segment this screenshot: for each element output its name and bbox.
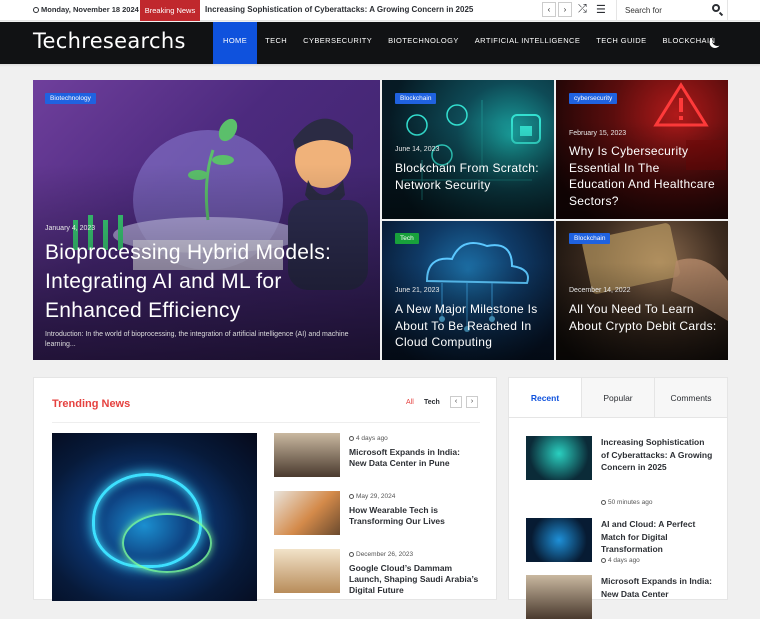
thumbnail[interactable] [274,491,340,535]
clock-icon [601,558,606,563]
featured-card-blockchain-security[interactable]: Blockchain June 14, 2023 Blockchain From… [382,80,554,219]
tab-popular[interactable]: Popular [581,378,654,417]
featured-card-crypto[interactable]: Blockchain December 14, 2022 All You Nee… [556,221,728,360]
trending-main-image[interactable] [52,433,257,601]
post-title[interactable]: How Wearable Tech is Transforming Our Li… [349,505,479,527]
sidebar-widget: Recent Popular Comments Increasing Sophi… [508,377,728,619]
featured-card-cloud[interactable]: Tech June 21, 2023 A New Major Milestone… [382,221,554,360]
featured-card-main[interactable]: Biotechnology January 4, 2023 Bioprocess… [33,80,380,360]
list-item[interactable]: December 26, 2023 Google Cloud’s Dammam … [274,549,484,597]
post-title[interactable]: Bioprocessing Hybrid Models: Integrating… [45,238,370,325]
filter-tech[interactable]: Tech [424,399,440,406]
post-meta: 50 minutes ago [601,499,652,506]
breaking-news-label: Breaking News [140,0,200,21]
nav-item-home[interactable]: HOME [213,22,258,64]
nav-item-artificial-intelligence[interactable]: ARTIFICIAL INTELLIGENCE [467,22,588,64]
post-time: 50 minutes ago [608,499,653,506]
list-item[interactable]: Increasing Sophistication of Cyberattack… [526,436,716,506]
current-date: Monday, November 18 2024 [33,5,139,14]
thumbnail[interactable] [526,575,592,619]
random-article-icon[interactable]: ⤮ [578,3,587,16]
menu-icon[interactable]: ☰ [596,3,606,16]
nav-item-tech[interactable]: TECH [257,22,295,64]
search-box [616,0,728,21]
top-bar: Monday, November 18 2024 Breaking News I… [0,0,760,21]
date-text: Monday, November 18 2024 [41,5,139,14]
category-tag[interactable]: cybersecurity [569,93,618,104]
post-title[interactable]: AI and Cloud: A Perfect Match for Digita… [601,518,713,556]
trending-next-button[interactable]: › [466,396,478,408]
list-item[interactable]: 4 days ago Microsoft Expands in India: N… [274,433,484,481]
glow-shape [122,513,212,573]
list-item[interactable]: Microsoft Expands in India: New Data Cen… [526,575,716,619]
nav-item-biotechnology[interactable]: BIOTECHNOLOGY [380,22,467,64]
tab-recent[interactable]: Recent [509,378,581,417]
post-date: June 21, 2023 [395,287,440,294]
clock-icon [349,552,354,557]
thumbnail[interactable] [274,549,340,593]
clock-icon [33,7,39,13]
post-title[interactable]: A New Major Milestone Is About To Be Rea… [395,301,547,351]
navbar-shadow [0,64,760,67]
nav-item-tech-guide[interactable]: TECH GUIDE [588,22,654,64]
clock-icon [601,500,606,505]
tab-comments[interactable]: Comments [654,378,727,417]
post-time: May 29, 2024 [356,493,396,500]
post-title[interactable]: Blockchain From Scratch: Network Securit… [395,160,545,193]
post-date: June 14, 2023 [395,146,440,153]
main-navbar: Techresearchs HOME TECH CYBERSECURITY BI… [0,22,760,64]
tab-bar: Recent Popular Comments [509,378,727,418]
post-meta: May 29, 2024 [349,493,395,500]
ticker-prev-button[interactable]: ‹ [542,2,556,17]
post-title[interactable]: Microsoft Expands in India: New Data Cen… [349,447,479,469]
thumbnail[interactable] [274,433,340,477]
post-meta: December 26, 2023 [349,551,413,558]
search-icon[interactable] [712,4,720,12]
post-time: December 26, 2023 [356,551,414,558]
category-tag[interactable]: Tech [395,233,419,244]
site-logo[interactable]: Techresearchs [33,29,186,53]
trending-prev-button[interactable]: ‹ [450,396,462,408]
breaking-news-ticker[interactable]: Increasing Sophistication of Cyberattack… [205,5,473,14]
post-excerpt: Introduction: In the world of bioprocess… [45,331,349,348]
nav-item-cybersecurity[interactable]: CYBERSECURITY [295,22,380,64]
post-date: January 4, 2023 [45,225,96,232]
ticker-next-button[interactable]: › [558,2,572,17]
thumbnail[interactable] [526,518,592,562]
main-nav: HOME TECH CYBERSECURITY BIOTECHNOLOGY AR… [213,22,723,64]
divider [52,422,480,423]
clock-icon [349,436,354,441]
featured-card-cybersecurity[interactable]: cybersecurity February 15, 2023 Why Is C… [556,80,728,219]
category-tag[interactable]: Blockchain [395,93,437,104]
post-title[interactable]: All You Need To Learn About Crypto Debit… [569,301,721,334]
list-item[interactable]: AI and Cloud: A Perfect Match for Digita… [526,518,716,568]
clock-icon [349,494,354,499]
category-tag[interactable]: Biotechnology [45,93,96,104]
post-time: 4 days ago [356,435,388,442]
post-title[interactable]: Google Cloud’s Dammam Launch, Shaping Sa… [349,563,479,596]
post-date: December 14, 2022 [569,287,631,294]
list-item[interactable]: May 29, 2024 How Wearable Tech is Transf… [274,491,484,539]
post-title[interactable]: Why Is Cybersecurity Essential In The Ed… [569,143,719,209]
post-time: 4 days ago [608,557,640,564]
category-tag[interactable]: Blockchain [569,233,611,244]
filter-all[interactable]: All [406,399,414,406]
post-title[interactable]: Increasing Sophistication of Cyberattack… [601,436,713,474]
trending-news-panel: Trending News All Tech ‹ › 4 days ago Mi… [33,377,497,601]
featured-grid: Biotechnology January 4, 2023 Bioprocess… [33,80,728,360]
search-input[interactable] [617,0,705,21]
post-meta: 4 days ago [349,435,388,442]
section-title: Trending News [52,398,131,410]
post-meta: 4 days ago [601,557,640,564]
post-date: February 15, 2023 [569,130,627,137]
thumbnail[interactable] [526,436,592,480]
post-title[interactable]: Microsoft Expands in India: New Data Cen… [601,575,713,600]
